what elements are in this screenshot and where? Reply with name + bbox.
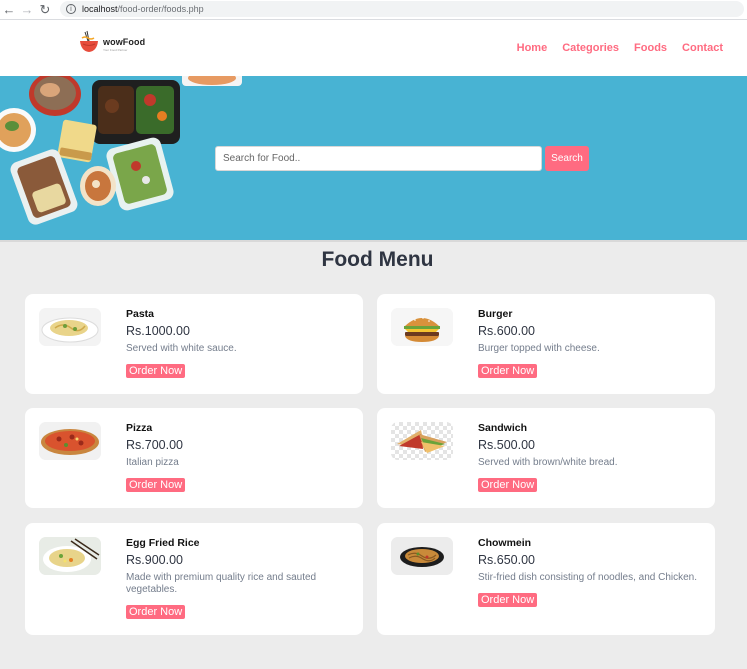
food-card-pasta: Pasta Rs.1000.00 Served with white sauce…: [25, 294, 363, 394]
food-description: Served with white sauce.: [126, 343, 237, 354]
burger-image: [391, 308, 453, 346]
food-card-pizza: Pizza Rs.700.00 Italian pizza Order Now: [25, 408, 363, 508]
food-name: Pizza: [126, 422, 153, 434]
food-description: Stir-fried dish consisting of noodles, a…: [478, 572, 698, 583]
forward-icon[interactable]: →: [18, 1, 36, 19]
hero-search-section: Search: [0, 76, 747, 240]
food-name: Chowmein: [478, 537, 532, 549]
order-now-button[interactable]: Order Now: [126, 478, 186, 492]
food-description: Burger topped with cheese.: [478, 343, 600, 354]
nav-home[interactable]: Home: [517, 42, 548, 54]
page-title: Food Menu: [321, 248, 434, 271]
food-price: Rs.650.00: [478, 553, 535, 567]
food-price: Rs.900.00: [126, 553, 183, 567]
food-price: Rs.500.00: [478, 438, 535, 452]
order-now-button[interactable]: Order Now: [126, 605, 186, 619]
order-now-button[interactable]: Order Now: [126, 364, 186, 378]
search-button[interactable]: Search: [545, 146, 589, 171]
order-now-button[interactable]: Order Now: [478, 593, 538, 607]
site-header: wowFood Your Food Partner Home Categorie…: [0, 20, 747, 76]
food-bowl-icon: [80, 30, 98, 52]
food-description: Italian pizza: [126, 457, 179, 468]
info-icon[interactable]: i: [66, 4, 76, 14]
browser-toolbar: ← → ↻ i localhost/food-order/foods.php: [0, 0, 747, 20]
food-card-chowmein: Chowmein Rs.650.00 Stir-fried dish consi…: [377, 523, 715, 635]
pasta-image: [39, 308, 101, 346]
nav-categories[interactable]: Categories: [562, 42, 619, 54]
sandwich-image: [391, 422, 453, 460]
reload-icon[interactable]: ↻: [36, 1, 54, 19]
address-bar[interactable]: i localhost/food-order/foods.php: [60, 1, 744, 17]
food-search-input[interactable]: [215, 146, 542, 171]
order-now-button[interactable]: Order Now: [478, 364, 538, 378]
logo-name: wowFood: [103, 37, 146, 47]
food-description: Made with premium quality rice and saute…: [126, 572, 317, 595]
url-path: /food-order/foods.php: [117, 4, 204, 14]
url-text: localhost/food-order/foods.php: [82, 4, 204, 14]
food-name: Pasta: [126, 308, 155, 320]
food-price: Rs.1000.00: [126, 324, 190, 338]
nav-contact[interactable]: Contact: [682, 42, 723, 54]
back-icon[interactable]: ←: [0, 1, 18, 19]
main-nav: Home Categories Foods Contact: [517, 42, 723, 54]
food-description: Served with brown/white bread.: [478, 457, 618, 468]
url-host: localhost: [82, 4, 118, 14]
food-card-burger: Burger Rs.600.00 Burger topped with chee…: [377, 294, 715, 394]
logo[interactable]: wowFood Your Food Partner: [79, 30, 145, 54]
food-name: Egg Fried Rice: [126, 537, 200, 549]
pizza-image: [39, 422, 101, 460]
chowmein-image: [391, 537, 453, 575]
food-name: Burger: [478, 308, 513, 320]
food-price: Rs.700.00: [126, 438, 183, 452]
food-price: Rs.600.00: [478, 324, 535, 338]
logo-tagline: Your Food Partner: [103, 48, 128, 52]
food-name: Sandwich: [478, 422, 528, 434]
hero-divider: [0, 240, 747, 242]
egg-fried-rice-image: [39, 537, 101, 575]
order-now-button[interactable]: Order Now: [478, 478, 538, 492]
food-card-egg-fried-rice: Egg Fried Rice Rs.900.00 Made with premi…: [25, 523, 363, 635]
food-card-sandwich: Sandwich Rs.500.00 Served with brown/whi…: [377, 408, 715, 508]
nav-foods[interactable]: Foods: [634, 42, 667, 54]
